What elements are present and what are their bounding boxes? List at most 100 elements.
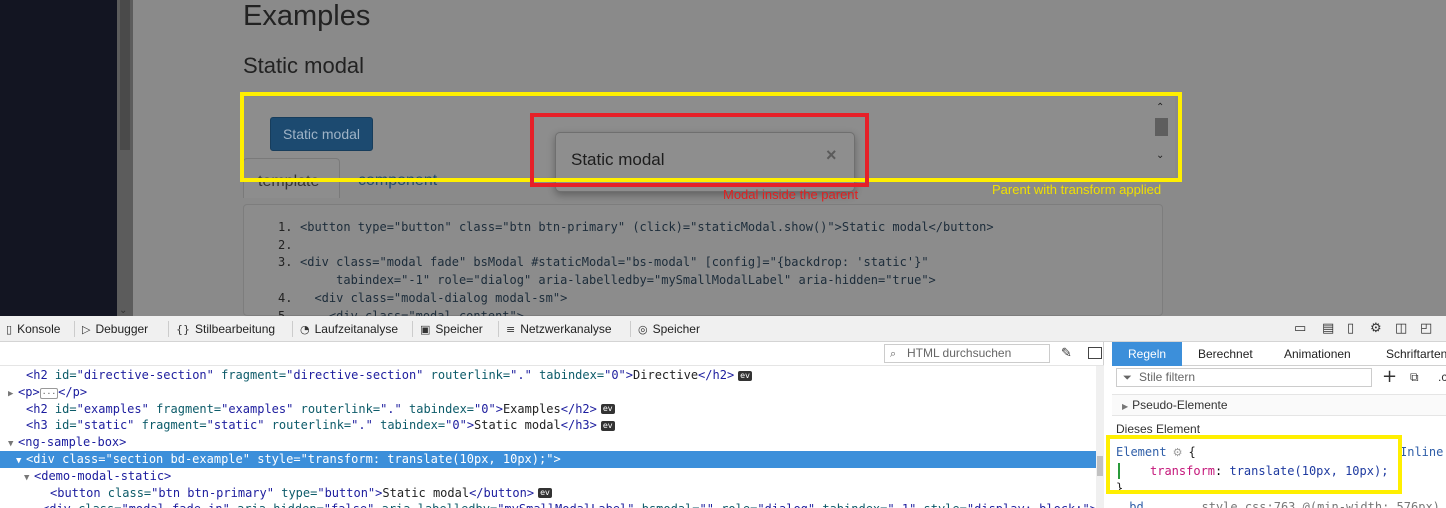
code-line: 5. <div class="modal-content"> — [278, 309, 524, 316]
annotation-yellow-box-rules — [1106, 435, 1402, 494]
markup-node[interactable]: ▶<div class="modal fade in" aria-hidden=… — [0, 501, 1097, 508]
devtools-toolbar: ▯ Konsole ▷ Debugger {} Stilbearbeitung ◔ Laufz… — [0, 316, 1446, 342]
console-split-icon[interactable]: ▤ — [1322, 321, 1334, 336]
markup-node[interactable]: ▼ <demo-modal-static> — [0, 468, 1096, 485]
chevron-down-icon[interactable]: ⌄ — [119, 305, 127, 316]
markup-token — [532, 368, 539, 382]
markup-token: <div — [42, 502, 78, 508]
markup-token: role= — [721, 502, 757, 508]
code-text: tabindex="-1" role="dialog" aria-labelle… — [300, 273, 936, 287]
markup-token: > — [625, 368, 634, 382]
markup-token: "dialog" — [757, 502, 815, 508]
add-rule-button[interactable]: + — [1382, 366, 1397, 387]
markup-token: aria-labelledby= — [382, 502, 498, 508]
markup-token — [916, 502, 923, 508]
line-number: 5. — [278, 309, 293, 316]
markup-node[interactable]: <h2 id="examples" fragment="examples" ro… — [0, 401, 1096, 418]
tab-schriftarten[interactable]: Schriftarten — [1386, 342, 1446, 366]
markup-token — [149, 402, 156, 416]
performance-icon: ◔ — [300, 323, 310, 336]
markup-token: "0" — [604, 368, 626, 382]
markup-node[interactable]: <button class="btn btn-primary" type="bu… — [0, 485, 1096, 502]
event-badge[interactable]: ev — [600, 420, 615, 431]
tab-berechnet[interactable]: Berechnet — [1198, 342, 1253, 366]
markup-token: "false" — [324, 502, 375, 508]
tab-animationen[interactable]: Animationen — [1284, 342, 1351, 366]
markup-token: routerlink= — [430, 368, 511, 382]
markup-token: tabindex= — [539, 368, 605, 382]
markup-token: "display: block;" — [967, 502, 1090, 508]
devtools-tab-label: Stilbearbeitung — [195, 322, 276, 336]
tab-regeln[interactable]: Regeln — [1112, 342, 1183, 366]
devtools-tab-label: Speicher — [435, 322, 483, 336]
inspector-scrollbar[interactable] — [1096, 366, 1104, 508]
markup-token: <button — [50, 485, 108, 500]
collapsed-content-icon[interactable]: ··· — [39, 387, 59, 399]
markup-node[interactable]: ▼ <ng-sample-box> — [0, 434, 1096, 451]
devtools-tab-speicher[interactable]: ◎ Speicher — [632, 316, 706, 342]
devtools-tab-konsole[interactable]: ▯ Konsole — [0, 316, 66, 342]
toolbar-separator — [292, 321, 293, 337]
html-search-input[interactable]: ⌕ HTML durchsuchen — [884, 344, 1050, 363]
markup-token: "btn btn-primary" — [151, 485, 274, 500]
styles-filter-input[interactable]: ⏷ Stile filtern — [1116, 368, 1372, 387]
sidebar-scrollbar[interactable]: ⌄ — [117, 0, 133, 316]
eyedropper-icon[interactable]: ✎ — [1061, 346, 1072, 361]
styles-filter-placeholder: Stile filtern — [1139, 370, 1196, 384]
responsive-design-icon[interactable]: ▭ — [1294, 321, 1306, 336]
classes-icon[interactable]: ⧉ — [1410, 370, 1419, 385]
markup-token: fragment= — [221, 368, 287, 382]
search-icon: ⌕ — [890, 347, 897, 360]
devtools-tab-speicher[interactable]: ▣ Speicher — [414, 316, 489, 342]
devtools-tab-stilbearbeitung[interactable]: {} Stilbearbeitung — [170, 316, 281, 342]
event-badge[interactable]: ev — [738, 370, 752, 381]
dock-icon[interactable]: ◫ — [1395, 321, 1407, 336]
markup-token: id= — [54, 401, 77, 416]
markup-token: <h2 — [26, 401, 55, 416]
gear-icon[interactable]: ⚙ — [1370, 321, 1382, 336]
scrollbar-thumb[interactable] — [1097, 456, 1103, 476]
devtools-tab-netzwerkanalyse[interactable]: ≡ Netzwerkanalyse — [500, 316, 618, 342]
next-rule-source[interactable]: style.css:763 @(min-width: 576px) — [1201, 500, 1439, 508]
markup-token: "directive-section" — [76, 368, 214, 382]
markup-token: "static" — [206, 418, 265, 433]
markup-token: </button> — [469, 485, 535, 500]
markup-node[interactable]: <h3 id="static" fragment="static" router… — [0, 417, 1096, 434]
markup-token: <ng-sample-box> — [18, 435, 127, 450]
markup-token — [373, 418, 380, 432]
window-icon[interactable]: ◰ — [1420, 321, 1432, 336]
markup-token: "examples" — [76, 401, 149, 416]
devtools-tab-laufzeitanalyse[interactable]: ◔ Laufzeitanalyse — [294, 316, 404, 342]
devtools-tab-debugger[interactable]: ▷ Debugger — [76, 316, 154, 342]
pseudo-class-button[interactable]: .c — [1438, 370, 1446, 384]
markup-token: </h3> — [560, 418, 597, 433]
toolbar-separator — [498, 321, 499, 337]
event-badge[interactable]: ev — [600, 404, 615, 415]
scrollbar-thumb[interactable] — [120, 0, 130, 150]
inspector-panel: ⌕ HTML durchsuchen ✎ <h2 id="directive-s… — [0, 342, 1104, 508]
markup-token: <demo-modal-static> — [34, 468, 172, 483]
pseudo-elements-toggle[interactable]: ▶ Pseudo-Elemente — [1112, 394, 1446, 416]
event-badge[interactable]: ev — [538, 488, 552, 499]
style-editor-icon: {} — [176, 323, 190, 336]
console-icon: ▯ — [6, 323, 13, 336]
markup-token: "." — [510, 368, 532, 382]
markup-token: > — [495, 401, 503, 416]
toolbar-separator — [412, 321, 413, 337]
markup-node[interactable]: <h2 id="directive-section" fragment="dir… — [0, 367, 1096, 384]
phone-icon[interactable]: ▯ — [1347, 321, 1354, 336]
code-text: <div class="modal-content"> — [300, 309, 524, 316]
markup-token: id= — [54, 418, 77, 433]
toggle-sidebar-icon[interactable] — [1088, 347, 1102, 359]
markup-token: "." — [380, 401, 402, 416]
markup-token: </p> — [58, 384, 88, 399]
markup-token — [402, 402, 409, 416]
page-heading-static: Static modal — [243, 53, 365, 78]
markup-token: "directive-section" — [286, 368, 424, 382]
markup-token: <p> — [18, 384, 40, 399]
expand-right-icon[interactable]: ▶ — [32, 503, 42, 508]
markup-node[interactable]: ▼ <div class="section bd-example" style="… — [0, 451, 1096, 468]
markup-node[interactable]: ▶ <p> ··· </p> — [0, 384, 1096, 401]
next-selector-label: .bd — [1122, 500, 1144, 508]
code-line: 3. <div class="modal fade" bsModal #stati… — [278, 255, 929, 269]
